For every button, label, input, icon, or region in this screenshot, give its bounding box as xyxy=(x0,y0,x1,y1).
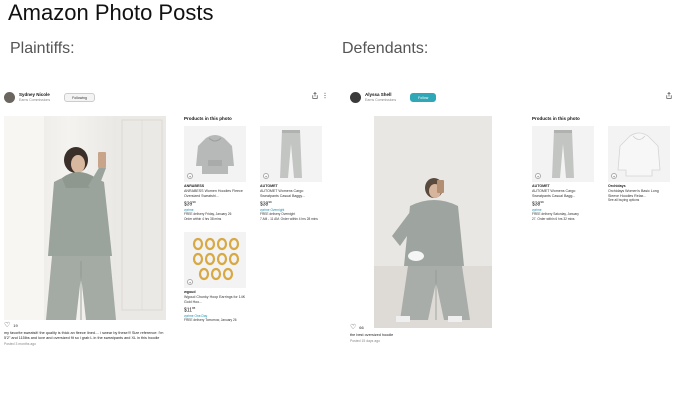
product-card[interactable]: + Orchidays Orchidays Women's Basic Long… xyxy=(608,126,670,202)
share-icon[interactable] xyxy=(666,92,672,101)
product-title[interactable]: ANRABESS Women Hoodies Fleece Oversized … xyxy=(184,189,246,198)
add-to-cart-icon[interactable]: + xyxy=(263,173,269,179)
add-to-cart-icon[interactable]: + xyxy=(187,279,193,285)
like-count: 19 xyxy=(13,323,18,328)
follow-button[interactable]: Follow xyxy=(410,92,437,102)
delivery-info: FREE delivery Tomorrow, January 26 xyxy=(184,318,237,323)
header-icons xyxy=(312,92,326,101)
post-header: Sydney Nicole Earns Commissions Followin… xyxy=(4,88,95,106)
products-title: Products in this photo xyxy=(184,116,232,121)
post-caption: my favorite sweatsit! the quality is thi… xyxy=(4,331,164,340)
product-card[interactable]: + AUTOMET AUTOMET Womens Cargo Sweatpant… xyxy=(260,126,322,221)
posted-time: Posted 15 days ago xyxy=(350,339,380,343)
avatar[interactable] xyxy=(350,91,361,103)
product-image[interactable]: + xyxy=(184,126,246,182)
like-count: 66 xyxy=(359,325,364,330)
heart-icon[interactable]: ♡ xyxy=(350,324,356,331)
see-buying-options-link[interactable]: See all buying options xyxy=(608,198,670,202)
product-card[interactable]: + wgoud Wgoud Chunky Hoop Earrings for 1… xyxy=(184,232,246,323)
plaintiff-post-panel: Sydney Nicole Earns Commissions Followin… xyxy=(0,80,336,370)
add-to-cart-icon[interactable]: + xyxy=(535,173,541,179)
add-to-cart-icon[interactable]: + xyxy=(187,173,193,179)
products-title: Products in this photo xyxy=(532,116,580,121)
product-image[interactable]: + xyxy=(184,232,246,288)
product-card[interactable]: + AUTOMET AUTOMET Womens Cargo Sweatpant… xyxy=(532,126,594,221)
product-title[interactable]: AUTOMET Womens Cargo Sweatpants Casual B… xyxy=(532,189,594,198)
price-cents: 99 xyxy=(540,200,544,205)
add-to-cart-icon[interactable]: + xyxy=(611,173,617,179)
post-footer: ♡ 19 my favorite sweatsit! the quality i… xyxy=(4,322,164,347)
price-dollars: $11 xyxy=(184,307,192,314)
following-button[interactable]: Following xyxy=(64,92,95,102)
product-title[interactable]: AUTOMET Womens Cargo Sweatpants Casual B… xyxy=(260,189,322,198)
post-header: Alyssa Shell Earns Commissions Follow xyxy=(350,88,437,106)
delivery-window: 7 AM - 11 AM. Order within 4 hrs 28 mins xyxy=(260,216,318,221)
product-price: $3899 xyxy=(260,199,322,208)
product-price: $1195 xyxy=(184,305,246,314)
heart-icon[interactable]: ♡ xyxy=(4,322,10,329)
product-image[interactable]: + xyxy=(260,126,322,182)
delivery-window: Order within 4 hrs 38 mins xyxy=(184,216,222,221)
price-cents: 99 xyxy=(192,200,196,205)
user-subtitle: Earns Commissions xyxy=(365,97,397,102)
defendant-post-panel: Alyssa Shell Earns Commissions Follow Pr… xyxy=(342,80,678,370)
posted-time: Posted 3 months ago xyxy=(4,342,37,346)
product-image[interactable]: + xyxy=(532,126,594,182)
product-price: $3899 xyxy=(532,199,594,208)
post-photo[interactable] xyxy=(4,116,166,320)
user-subtitle: Earns Commissions xyxy=(19,97,51,102)
product-price: $3999 xyxy=(184,199,246,208)
post-caption: the best oversized hoodie xyxy=(350,333,394,337)
plaintiffs-label: Plaintiffs: xyxy=(10,40,75,57)
user-block: Alyssa Shell Earns Commissions xyxy=(365,92,396,103)
avatar[interactable] xyxy=(4,91,15,103)
delivery-window: 27. Order within 6 hrs 32 mins xyxy=(532,216,575,221)
product-title[interactable]: Wgoud Chunky Hoop Earrings for 14K Gold … xyxy=(184,295,246,304)
product-card[interactable]: + ANRABESS ANRABESS Women Hoodies Fleece… xyxy=(184,126,246,221)
price-cents: 99 xyxy=(268,200,272,205)
like-row: ♡ 66 xyxy=(350,324,510,331)
like-row: ♡ 19 xyxy=(4,322,164,329)
slide-title: Amazon Photo Posts xyxy=(8,0,214,25)
price-cents: 95 xyxy=(191,306,196,311)
post-photo[interactable] xyxy=(374,116,492,328)
defendants-label: Defendants: xyxy=(342,40,429,57)
post-footer: ♡ 66 the best oversized hoodie Posted 15… xyxy=(350,324,510,344)
user-block: Sydney Nicole Earns Commissions xyxy=(19,92,50,103)
header-icons xyxy=(666,92,672,101)
more-icon[interactable] xyxy=(324,92,326,101)
product-image[interactable]: + xyxy=(608,126,670,182)
product-title[interactable]: Orchidays Women's Basic Long Sleeve Hood… xyxy=(608,189,670,198)
share-icon[interactable] xyxy=(312,92,318,101)
